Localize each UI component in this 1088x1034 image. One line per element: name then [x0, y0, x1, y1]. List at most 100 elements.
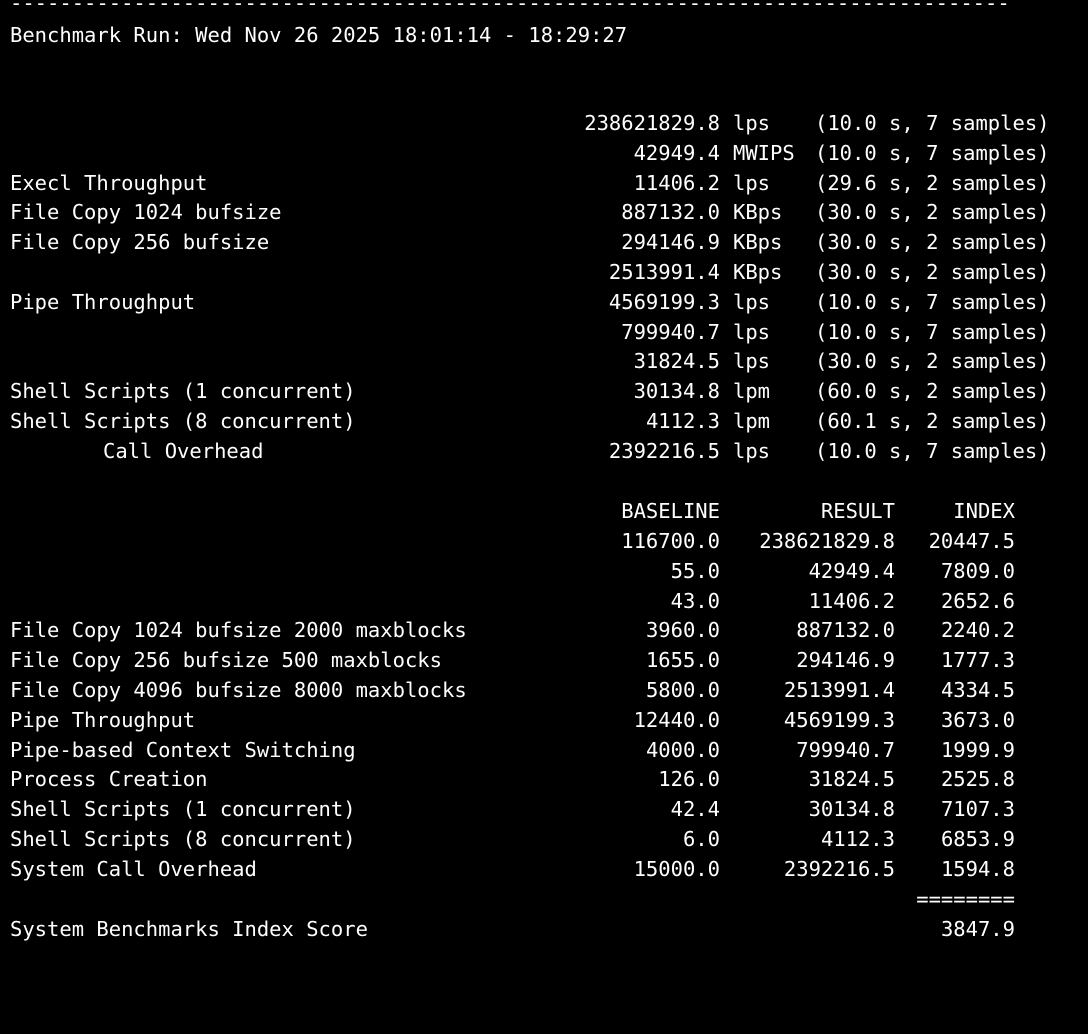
index-result-result: 30134.8 — [808, 797, 895, 822]
index-result-baseline: 3960.0 — [645, 618, 720, 643]
raw-result-label: File Copy 1024 bufsize — [10, 200, 282, 225]
index-result-baseline: 5800.0 — [645, 678, 720, 702]
index-result-result: 4112.3 — [820, 827, 895, 851]
raw-result-unit: lps — [733, 170, 771, 195]
index-result-index: 1594.8 — [940, 856, 1015, 881]
index-result-index: 1999.9 — [940, 737, 1015, 762]
index-result-baseline: 55.0 — [670, 558, 720, 583]
raw-result-info: (29.6 s, 2 samples) — [815, 170, 1050, 195]
raw-result-unit: MWIPS — [733, 140, 795, 165]
raw-result-label: Execl Throughput — [10, 170, 208, 195]
raw-result-unit: lpm — [733, 409, 771, 433]
raw-result-info: (30.0 s, 2 samples) — [815, 200, 1050, 225]
index-result-label: File Copy 256 bufsize 500 maxblocks — [10, 648, 442, 673]
raw-result-value: 799940.7 — [621, 319, 720, 344]
index-result-index: 2525.8 — [940, 767, 1015, 792]
raw-result-info: (10.0 s, 7 samples) — [815, 111, 1050, 135]
index-result-baseline: 4000.0 — [645, 737, 720, 762]
top-rule: ----------------------------------------… — [10, 0, 1010, 15]
index-result-baseline: 42.4 — [670, 797, 720, 822]
separator-line: ======== — [0, 884, 1015, 914]
index-result-baseline: 6.0 — [682, 827, 720, 851]
raw-result-value: 11406.2 — [633, 170, 720, 195]
raw-result-value: 30134.8 — [633, 379, 720, 404]
index-result-label: Shell Scripts (8 concurrent) — [10, 827, 356, 851]
run-header: Benchmark Run: Wed Nov 26 2025 18:01:14 … — [10, 23, 628, 47]
raw-result-unit: lps — [733, 111, 771, 135]
raw-result-unit: lps — [733, 349, 771, 374]
raw-result-label: Pipe Throughput — [10, 289, 196, 314]
index-result-index: 7107.3 — [940, 797, 1015, 822]
run-header-line: Benchmark Run: Wed Nov 26 2025 18:01:14 … — [0, 20, 627, 50]
raw-result-info: (10.0 s, 7 samples) — [815, 319, 1050, 344]
index-result-label: Shell Scripts (1 concurrent) — [10, 797, 356, 822]
raw-result-info: (30.0 s, 2 samples) — [815, 230, 1050, 255]
raw-result-unit: lpm — [733, 379, 771, 404]
raw-result-value: 2392216.5 — [608, 438, 720, 463]
score-line: System Benchmarks Index Score 3847.9 — [0, 914, 1015, 944]
raw-result-label: Shell Scripts (1 concurrent) — [10, 379, 356, 404]
index-result-result: 799940.7 — [796, 737, 895, 762]
raw-result-value: 42949.4 — [633, 140, 720, 165]
index-result-index: 1777.3 — [940, 648, 1015, 673]
raw-result-info: (10.0 s, 7 samples) — [815, 289, 1050, 314]
index-result-baseline: 43.0 — [670, 588, 720, 613]
index-result-result: 4569199.3 — [783, 707, 895, 732]
index-result-index: 20447.5 — [928, 529, 1015, 553]
index-result-result: 2513991.4 — [783, 678, 895, 702]
index-result-index: 2652.6 — [940, 588, 1015, 613]
raw-result-value: 4569199.3 — [608, 289, 720, 314]
score-label: System Benchmarks Index Score — [10, 917, 368, 941]
index-result-baseline: 126.0 — [658, 767, 720, 792]
index-result-label: Pipe Throughput — [10, 707, 196, 732]
raw-result-value: 238621829.8 — [584, 111, 720, 135]
index-result-result: 42949.4 — [808, 558, 895, 583]
raw-result-unit: lps — [733, 289, 771, 314]
raw-result-label: Shell Scripts (8 concurrent) — [10, 409, 356, 433]
index-result-baseline: 12440.0 — [633, 707, 720, 732]
raw-result-info: (60.0 s, 2 samples) — [815, 379, 1050, 404]
index-result-result: 11406.2 — [808, 588, 895, 613]
index-result-baseline: 116700.0 — [621, 529, 720, 553]
result-header: RESULT — [820, 499, 895, 523]
raw-result-unit: KBps — [733, 260, 783, 284]
raw-result-info: (60.1 s, 2 samples) — [815, 409, 1050, 433]
raw-result-info: (30.0 s, 2 samples) — [815, 260, 1050, 284]
index-result-index: 4334.5 — [940, 678, 1015, 702]
index-result-result: 238621829.8 — [759, 529, 895, 553]
index-result-label: File Copy 4096 bufsize 8000 maxblocks — [10, 678, 467, 702]
raw-result-value: 294146.9 — [621, 230, 720, 255]
index-result-result: 294146.9 — [796, 648, 895, 673]
index-result-label: File Copy 1024 bufsize 2000 maxblocks — [10, 618, 467, 643]
index-separator: ======== — [916, 887, 1015, 911]
index-header-line: BASELINE RESULT INDEX — [0, 496, 1015, 526]
raw-result-unit: KBps — [733, 200, 783, 225]
index-result-index: 2240.2 — [940, 618, 1015, 643]
terminal-window[interactable]: ----------------------------------------… — [0, 0, 1088, 960]
raw-result-info: (10.0 s, 7 samples) — [815, 140, 1050, 165]
index-header: INDEX — [953, 499, 1015, 523]
index-result-result: 31824.5 — [808, 767, 895, 792]
index-result-result: 2392216.5 — [783, 856, 895, 881]
index-result-result: 887132.0 — [796, 618, 895, 643]
raw-result-value: 887132.0 — [621, 200, 720, 225]
raw-result-info: (30.0 s, 2 samples) — [815, 349, 1050, 374]
raw-result-label: File Copy 256 bufsize — [10, 230, 270, 255]
raw-result-unit: lps — [733, 319, 771, 344]
raw-result-info: (10.0 s, 7 samples) — [815, 438, 1050, 463]
index-result-baseline: 15000.0 — [633, 856, 720, 881]
index-result-label: System Call Overhead — [10, 856, 257, 881]
baseline-header: BASELINE — [621, 499, 720, 523]
raw-result-unit: lps — [733, 438, 771, 463]
raw-result-value: 4112.3 — [645, 409, 720, 433]
raw-result-value: 2513991.4 — [608, 260, 720, 284]
index-result-index: 7809.0 — [940, 558, 1015, 583]
index-result-baseline: 1655.0 — [645, 648, 720, 673]
raw-result-label: Call Overhead — [103, 438, 264, 463]
index-result-label: Process Creation — [10, 767, 208, 792]
raw-result-value: 31824.5 — [633, 349, 720, 374]
score-value: 3847.9 — [940, 917, 1015, 941]
raw-result-unit: KBps — [733, 230, 783, 255]
index-result-label: Pipe-based Context Switching — [10, 737, 356, 762]
index-result-index: 6853.9 — [940, 827, 1015, 851]
